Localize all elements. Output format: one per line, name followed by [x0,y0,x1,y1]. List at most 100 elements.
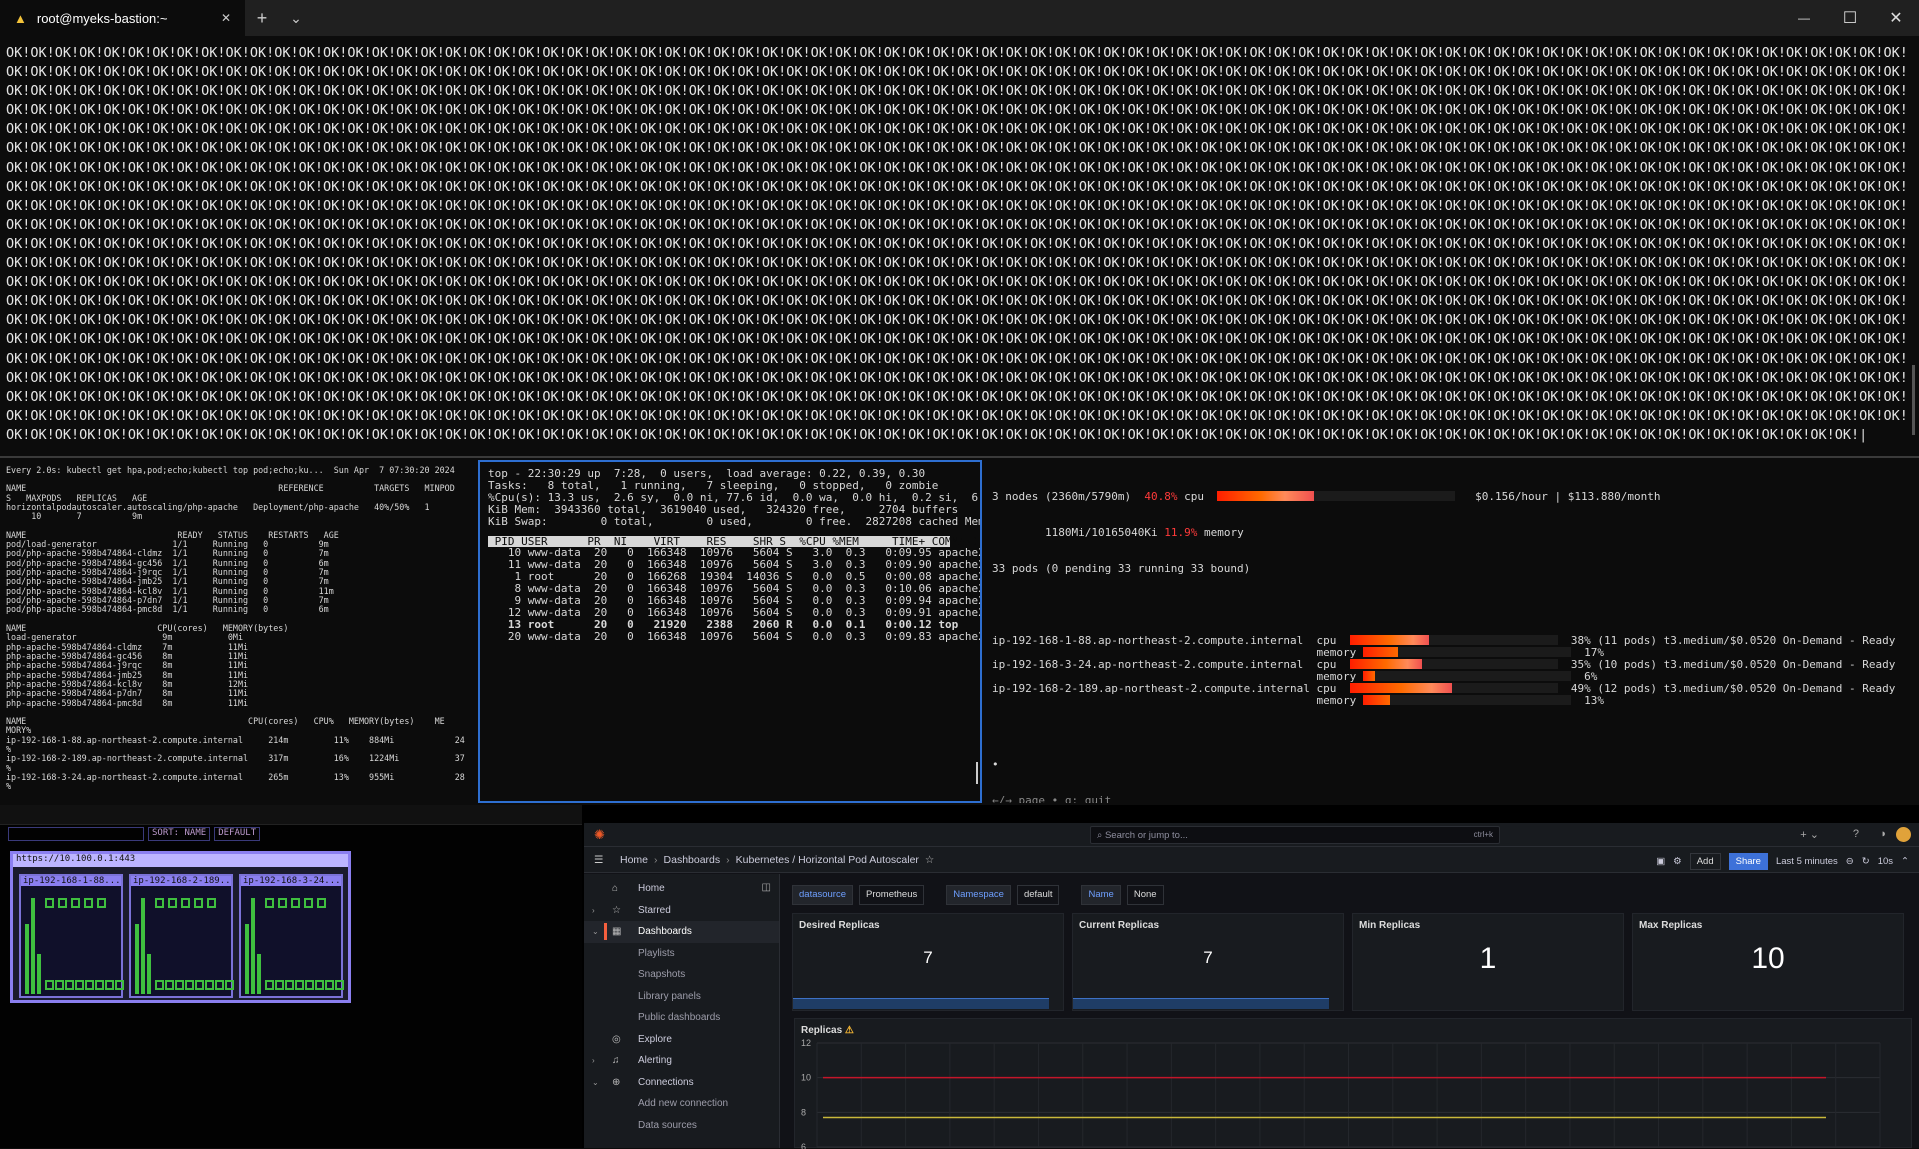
title-bar: ▲ root@myeks-bastion:~ ✕ + ⌄ — ☐ ✕ [0,0,1919,36]
top-pane[interactable]: top - 22:30:29 up 7:28, 0 users, load av… [478,460,982,803]
eks-node-viewer-pane[interactable]: 3 nodes (2360m/5790m) 40.8% cpu $0.156/h… [986,460,1919,804]
sidebar-item-home[interactable]: ⌂ Home [584,878,779,900]
watch-pane[interactable]: Every 2.0s: kubectl get hpa,pod;echo;kub… [0,460,476,803]
chevron-icon[interactable]: ⌄ [592,1078,599,1087]
node-memory-percent: 13% [1570,694,1604,707]
process-row: 13 root 20 0 21920 2388 2060 R 0.0 0.1 0… [488,617,959,631]
chevron-icon[interactable]: ⌄ [592,927,599,936]
sidebar-item-alerting[interactable]: › ♫ Alerting [584,1050,779,1072]
collapse-icon[interactable]: ⌃ [1901,856,1909,867]
terminal-scrollbar[interactable] [1912,365,1915,435]
cluster-node-box[interactable]: ip-192-168-1-88... [19,874,124,998]
sidebar-item-playlists[interactable]: Playlists [584,943,779,965]
star-icon[interactable]: ☆ [925,854,934,866]
sidebar-item-snapshots[interactable]: Snapshots [584,964,779,986]
add-button[interactable]: Add [1689,853,1721,870]
terminal-output[interactable]: OK!OK!OK!OK!OK!OK!OK!OK!OK!OK!OK!OK!OK!O… [6,44,1906,449]
stat-title: Current Replicas [1079,920,1160,931]
terminal-tab[interactable]: ▲ root@myeks-bastion:~ ✕ [0,0,245,36]
share-button[interactable]: Share [1728,853,1768,870]
save-icon[interactable]: ▣ [1656,856,1665,867]
kube-ops-view-window: SORT: NAME DEFAULT https://10.100.0.1:44… [0,805,582,1148]
refresh-interval[interactable]: 10s [1878,856,1893,867]
stat-title: Desired Replicas [799,920,880,931]
refresh-icon[interactable]: ↻ [1862,856,1870,867]
default-button[interactable]: DEFAULT [214,827,261,841]
pod-square [335,980,344,990]
cluster-view[interactable]: https://10.100.0.1:443 ip-192-168-1-88..… [10,851,351,1003]
top-node-row: ip-192-168-3-24.ap-northeast-2.compute.i… [6,771,465,792]
news-icon[interactable]: ◗ [1880,828,1887,840]
tab-dropdown-button[interactable]: ⌄ [279,0,313,36]
stat-panel[interactable]: Current Replicas 7 [1072,913,1344,1011]
sidebar-item-dashboards[interactable]: ⌄ ▦ Dashboards [584,921,779,943]
pod-square [225,980,234,990]
sidebar-item-label: Dashboards [638,926,692,938]
alerting-icon: ♫ [612,1055,620,1067]
close-window-button[interactable]: ✕ [1873,0,1919,36]
name-select[interactable]: None [1126,885,1164,905]
sidebar-item-data-sources[interactable]: Data sources [584,1115,779,1137]
sidebar-item-label: Library panels [638,990,701,1002]
namespace-label: Namespace [946,885,1011,905]
pod-square [285,980,294,990]
sort-button[interactable]: SORT: NAME [148,827,211,841]
cluster-node-box[interactable]: ip-192-168-3-24... [239,874,344,998]
memory-percent: 11.9% [1164,526,1198,539]
sidebar-item-library-panels[interactable]: Library panels [584,986,779,1008]
stat-value: 7 [1203,948,1213,967]
help-icon[interactable]: ? [1853,828,1859,840]
stat-panel[interactable]: Min Replicas 1 [1352,913,1624,1011]
stat-panel[interactable]: Desired Replicas 7 [792,913,1064,1011]
sidebar-item-label: Explore [638,1033,672,1045]
breadcrumb-current: Kubernetes / Horizontal Pod Autoscaler [735,853,919,866]
cluster-node-box[interactable]: ip-192-168-2-189... [129,874,234,998]
sidebar-item-explore[interactable]: ◎ Explore [584,1029,779,1051]
replicas-panel[interactable]: Replicas ⚠ 12 10 8 6 [794,1018,1912,1149]
new-tab-button[interactable]: + [245,0,279,36]
settings-icon[interactable]: ⚙ [1673,856,1682,867]
stat-value: 10 [1751,942,1785,975]
breadcrumb-dashboards[interactable]: Dashboards [664,854,721,866]
close-tab-icon[interactable]: ✕ [221,11,231,25]
datasource-label: datasource [792,885,854,905]
pod-square [181,898,190,908]
filter-input[interactable] [8,827,144,841]
y-tick-label: 12 [801,1038,811,1048]
chevron-icon[interactable]: › [592,906,595,915]
chevron-icon[interactable]: › [592,1056,595,1065]
search-input[interactable]: ⌕ Search or jump to... ctrl+k [1090,826,1500,844]
sidebar-item-starred[interactable]: › ☆ Starred [584,900,779,922]
zoom-out-icon[interactable]: ⊖ [1846,856,1854,867]
top-node-row: ip-192-168-1-88.ap-northeast-2.compute.i… [6,734,465,754]
sidebar-item-add-new-connection[interactable]: Add new connection [584,1093,779,1115]
minimize-button[interactable]: — [1781,0,1827,36]
home-icon: ⌂ [612,883,619,895]
connections-icon: ⊕ [612,1076,621,1088]
search-shortcut: ctrl+k [1473,830,1493,839]
stat-panel[interactable]: Max Replicas 10 [1632,913,1904,1011]
sidebar-item-public-dashboards[interactable]: Public dashboards [584,1007,779,1029]
usage-column [135,924,139,994]
grafana-logo-icon[interactable]: ✺ [594,827,605,843]
menu-icon[interactable]: ☰ [594,854,603,866]
namespace-select[interactable]: default [1016,885,1060,905]
maximize-button[interactable]: ☐ [1827,0,1873,36]
time-picker[interactable]: Last 5 minutes [1776,856,1838,867]
sidebar-item-label: Alerting [638,1055,672,1067]
cluster-node-label: ip-192-168-1-88... [21,876,121,886]
datasource-select[interactable]: Prometheus [859,885,925,905]
avatar[interactable] [1896,827,1911,842]
add-menu-icon[interactable]: + ⌄ [1800,828,1819,841]
top-summary-5: KiB Swap: 0 total, 0 used, 0 free. 28272… [488,514,982,528]
top-summary-3: %Cpu(s): 13.3 us, 2.6 sy, 0.0 ni, 77.6 i… [488,490,982,504]
top-pod-row: php-apache-598b474864-pmc8d 8m 11Mi [6,697,249,708]
breadcrumb-home[interactable]: Home [620,854,648,866]
cost: $0.156/hour | $113.880/month [1475,490,1661,503]
pod-square [275,980,284,990]
cpu-label: cpu [1184,490,1204,503]
sidebar-item-connections[interactable]: ⌄ ⊕ Connections [584,1072,779,1094]
pods-summary: 33 pods (0 pending 33 running 33 bound) [992,562,1251,575]
nodes-summary: 3 nodes (2360m/5790m) [992,490,1132,503]
